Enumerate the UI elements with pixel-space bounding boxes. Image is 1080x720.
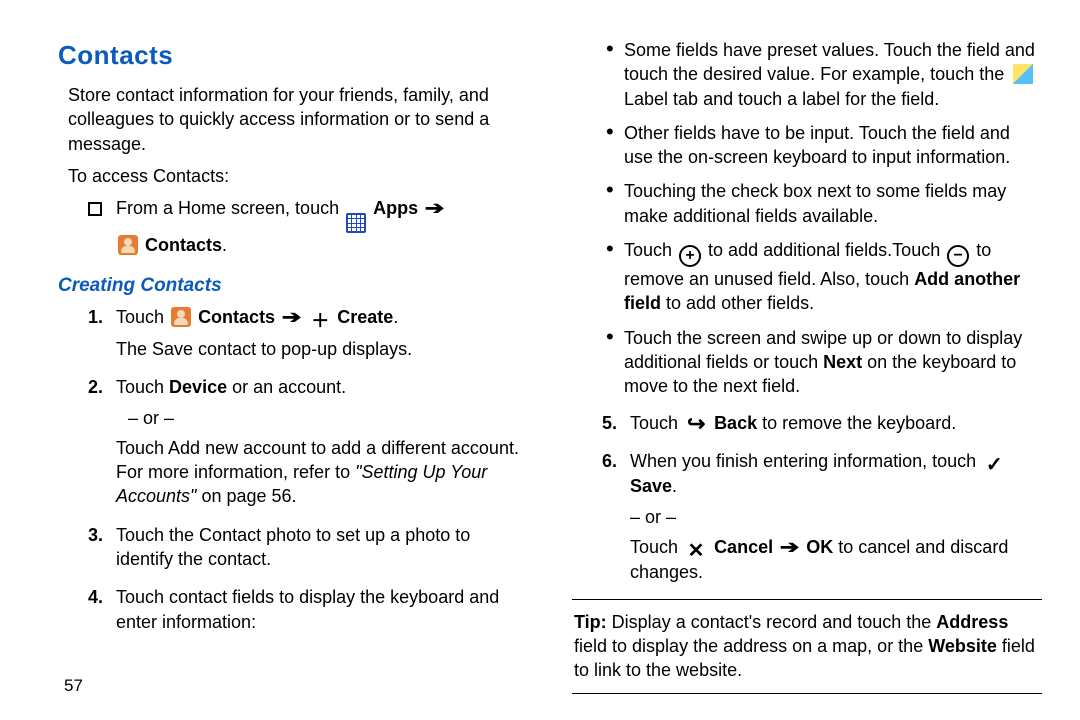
step-3: Touch the Contact photo to set up a phot… (88, 523, 528, 572)
steps-list-right: Touch Back to remove the keyboard. When … (572, 411, 1042, 585)
step-2: Touch Device or an account. – or – Touch… (88, 375, 528, 508)
save-label: Save (630, 476, 672, 496)
circle-plus-icon: + (679, 245, 701, 267)
text: Touch (116, 307, 169, 327)
step-1: Touch Contacts ➔ ＋ Create. The Save cont… (88, 305, 528, 361)
step-5: Touch Back to remove the keyboard. (602, 411, 1042, 435)
step2-more: Touch Add new account to add a different… (116, 436, 528, 509)
step1-line2: The Save contact to pop-up displays. (116, 337, 528, 361)
back-icon (685, 416, 707, 434)
text: Touch (630, 413, 683, 433)
text: to add additional fields.Touch (703, 240, 945, 260)
label-swatch-icon (1013, 64, 1033, 84)
contacts-label: Contacts (145, 235, 222, 255)
tip-block: Tip: Display a contact's record and touc… (572, 599, 1042, 694)
text: . (222, 235, 227, 255)
list-item: Touch + to add additional fields.Touch −… (606, 238, 1042, 316)
website-label: Website (928, 636, 997, 656)
text: Label tab and touch a label for the fiel… (624, 89, 939, 109)
cancel-label: Cancel (714, 537, 773, 557)
list-item: Some fields have preset values. Touch th… (606, 38, 1042, 111)
arrow-icon: ➔ (282, 305, 302, 329)
step-4: Touch contact fields to display the keyb… (88, 585, 528, 634)
right-column: Some fields have preset values. Touch th… (572, 38, 1042, 694)
steps-list-left: Touch Contacts ➔ ＋ Create. The Save cont… (58, 305, 528, 634)
text: . (672, 476, 677, 496)
access-step: From a Home screen, touch Apps ➔ Contact… (88, 196, 528, 257)
text: Display a contact's record and touch the (607, 612, 937, 632)
field-notes-list: Some fields have preset values. Touch th… (606, 38, 1042, 399)
text: . (393, 307, 398, 327)
next-label: Next (823, 352, 862, 372)
contacts-icon (171, 307, 191, 327)
text: From a Home screen, touch (116, 198, 344, 218)
page-number: 57 (64, 675, 83, 698)
or-separator: – or – (128, 406, 528, 430)
ok-label: OK (806, 537, 833, 557)
list-item: Touching the check box next to some fiel… (606, 179, 1042, 228)
list-item: Touch the screen and swipe up or down to… (606, 326, 1042, 399)
apps-icon (346, 213, 366, 233)
subheading: Creating Contacts (58, 273, 528, 299)
apps-label: Apps (373, 198, 418, 218)
back-label: Back (714, 413, 757, 433)
arrow-icon: ➔ (780, 535, 800, 559)
text: or an account. (227, 377, 346, 397)
page-title: Contacts (58, 38, 528, 73)
check-icon (983, 456, 1005, 474)
text: When you finish entering information, to… (630, 451, 981, 471)
device-label: Device (169, 377, 227, 397)
access-lead: To access Contacts: (68, 164, 528, 188)
text: to remove the keyboard. (757, 413, 956, 433)
step-6: When you finish entering information, to… (602, 449, 1042, 585)
text: Some fields have preset values. Touch th… (624, 40, 1035, 84)
arrow-icon: ➔ (425, 196, 445, 220)
text: Touch (630, 537, 683, 557)
or-separator: – or – (630, 505, 1042, 529)
cancel-icon (685, 542, 707, 560)
text: field to display the address on a map, o… (574, 636, 928, 656)
text: Touch (116, 377, 169, 397)
plus-icon: ＋ (310, 311, 330, 331)
contacts-label: Contacts (198, 307, 275, 327)
create-label: Create (337, 307, 393, 327)
text: to add other fields. (661, 293, 814, 313)
step6-alt: Touch Cancel ➔ OK to cancel and discard … (630, 535, 1042, 585)
tip-label: Tip: (574, 612, 607, 632)
contacts-icon (118, 235, 138, 255)
address-label: Address (936, 612, 1008, 632)
text: on page 56. (196, 486, 296, 506)
list-item: Other fields have to be input. Touch the… (606, 121, 1042, 170)
circle-minus-icon: − (947, 245, 969, 267)
text: Touch (624, 240, 677, 260)
left-column: Contacts Store contact information for y… (58, 38, 528, 694)
intro-text: Store contact information for your frien… (68, 83, 528, 156)
